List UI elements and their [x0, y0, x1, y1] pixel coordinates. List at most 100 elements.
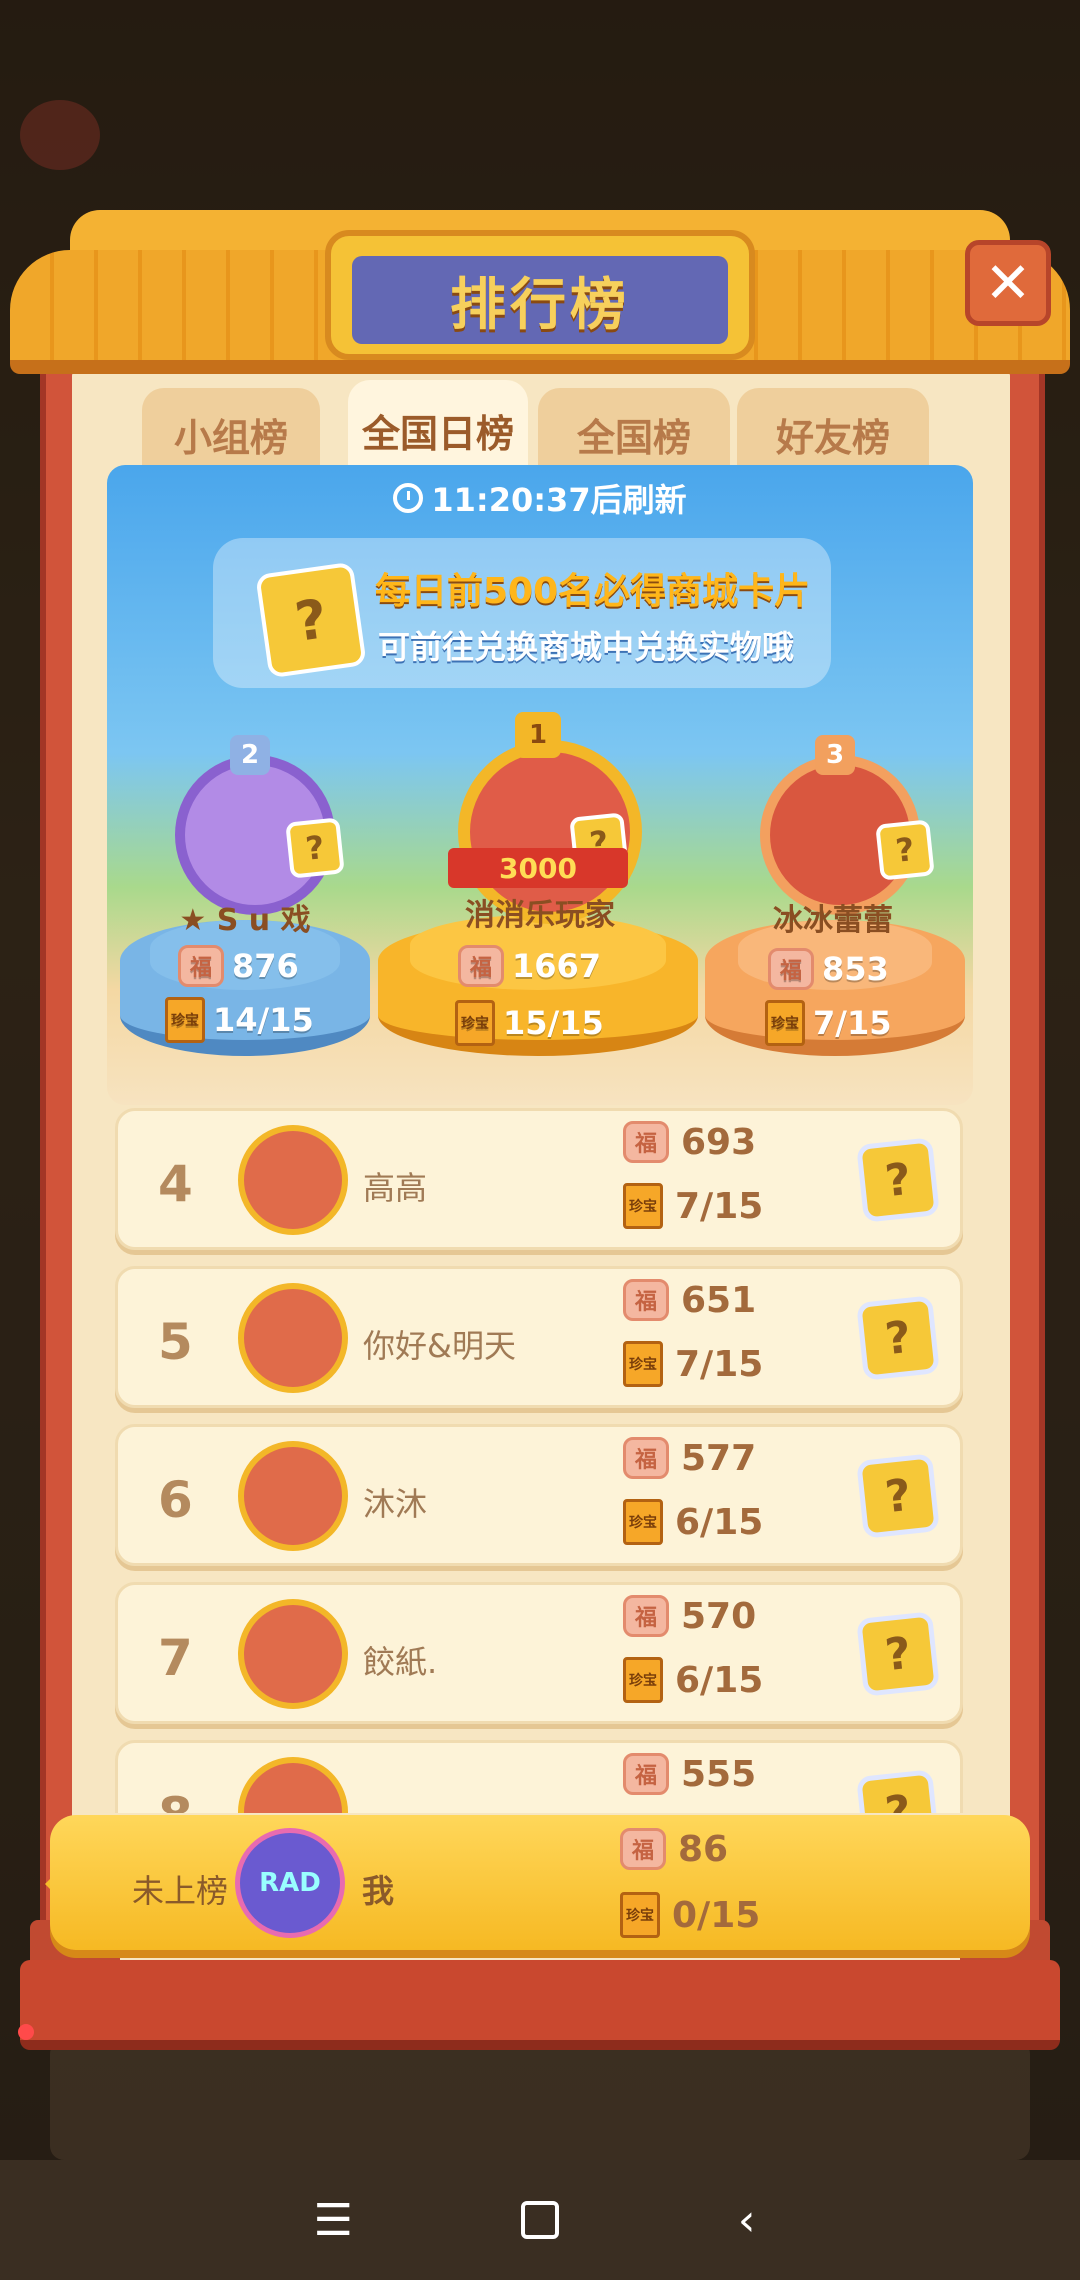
- podium-score-1: 福 1667: [458, 945, 601, 987]
- treasure-book-icon: 珍宝: [765, 1000, 805, 1046]
- refresh-text: 11:20:37后刷新: [431, 481, 687, 519]
- ranking-list[interactable]: 4 高高 福 693 珍宝 7/15 ? 5 你好&明天 福 651 珍宝 7/15 ?…: [115, 1108, 963, 1813]
- rank-number: 7: [158, 1629, 193, 1687]
- fu-coin-icon: 福: [458, 945, 504, 987]
- progress: 珍宝 7/15: [623, 1183, 763, 1229]
- banner-line2: 可前往兑换商城中兑换实物哦: [378, 628, 795, 666]
- rank-number: 4: [158, 1155, 193, 1213]
- rank-badge-1: 1: [515, 712, 561, 758]
- avatar[interactable]: [238, 1599, 348, 1709]
- home-icon[interactable]: [510, 2201, 570, 2239]
- background-decoration: [20, 100, 100, 170]
- rank-number: 8: [158, 1787, 193, 1813]
- podium-name-1: 消消乐玩家: [465, 898, 615, 933]
- treasure-book-icon: 珍宝: [620, 1892, 660, 1938]
- score-value: 853: [822, 950, 889, 988]
- progress-value: 14/15: [213, 1001, 314, 1039]
- treasure-book-icon: 珍宝: [455, 1000, 495, 1046]
- rank-number: 6: [158, 1471, 193, 1529]
- podium-name-2: ★ S u 戏: [179, 903, 311, 938]
- progress: 珍宝 7/15: [623, 1341, 763, 1387]
- score: 福 693: [623, 1121, 756, 1163]
- my-score: 福 86: [620, 1828, 728, 1870]
- podium-progress-1: 珍宝 15/15: [455, 1000, 604, 1046]
- back-icon[interactable]: ‹: [717, 2195, 777, 2246]
- score-value: 876: [232, 947, 299, 985]
- fu-coin-icon: 福: [623, 1121, 669, 1163]
- podium-progress-2: 珍宝 14/15: [165, 997, 314, 1043]
- progress: 珍宝 6/15: [623, 1657, 763, 1703]
- title-inner: 排行榜: [352, 256, 728, 344]
- treasure-book-icon: 珍宝: [165, 997, 205, 1043]
- list-item[interactable]: 4 高高 福 693 珍宝 7/15 ?: [115, 1108, 963, 1250]
- player-name: 高高: [363, 1169, 428, 1207]
- fu-coin-icon: 福: [623, 1437, 669, 1479]
- podium-score-2: 福 876: [178, 945, 299, 987]
- fu-coin-icon: 福: [178, 945, 224, 987]
- treasure-book-icon: 珍宝: [623, 1499, 663, 1545]
- banner-line1: 每日前500名必得商城卡片: [375, 571, 811, 612]
- avatar[interactable]: [238, 1757, 348, 1813]
- score: 福 570: [623, 1595, 756, 1637]
- avatar[interactable]: RAD: [235, 1828, 345, 1938]
- mystery-card-icon[interactable]: ?: [856, 1295, 940, 1381]
- progress-value: 15/15: [503, 1004, 604, 1042]
- rank-badge-2: 2: [230, 735, 270, 775]
- system-nav-bar: ☰ ‹: [0, 2160, 1080, 2280]
- mystery-card-icon[interactable]: ?: [875, 819, 935, 881]
- list-item[interactable]: 6 沐沐 福 577 珍宝 6/15 ?: [115, 1424, 963, 1566]
- progress: 珍宝 6/15: [623, 1499, 763, 1545]
- my-name: 我: [362, 1872, 395, 1910]
- my-rank-status: 未上榜: [132, 1872, 229, 1910]
- list-item[interactable]: 8 福555 ?: [115, 1740, 963, 1813]
- my-progress: 珍宝 0/15: [620, 1892, 760, 1938]
- fu-coin-icon: 福: [623, 1595, 669, 1637]
- score: 福 651: [623, 1279, 756, 1321]
- mystery-card-icon[interactable]: ?: [856, 1769, 940, 1813]
- page-title: 排行榜: [450, 272, 630, 338]
- clock-icon: [393, 483, 424, 513]
- avatar[interactable]: [238, 1125, 348, 1235]
- podium-progress-3: 珍宝 7/15: [765, 1000, 891, 1046]
- fu-coin-icon: 福: [623, 1279, 669, 1321]
- score: 福 555: [623, 1753, 756, 1795]
- score: 福 577: [623, 1437, 756, 1479]
- mystery-card-icon: ?: [255, 561, 367, 679]
- close-button[interactable]: ✕: [965, 240, 1051, 326]
- mystery-card-icon[interactable]: ?: [856, 1453, 940, 1539]
- mystery-card-icon[interactable]: ?: [856, 1611, 940, 1697]
- menu-icon[interactable]: ☰: [303, 2195, 363, 2246]
- rank-badge-3: 3: [815, 735, 855, 775]
- fu-coin-icon: 福: [620, 1828, 666, 1870]
- background-decoration: [50, 2040, 1030, 2160]
- list-item[interactable]: 7 餃紙. 福 570 珍宝 6/15 ?: [115, 1582, 963, 1724]
- player-name: 沐沐: [363, 1485, 428, 1523]
- treasure-book-icon: 珍宝: [623, 1341, 663, 1387]
- tab-label: 小组榜: [173, 415, 288, 460]
- fu-coin-icon: 福: [768, 948, 814, 990]
- progress-value: 7/15: [813, 1004, 892, 1042]
- tab-label: 好友榜: [775, 415, 890, 460]
- notification-dot: [18, 2024, 34, 2040]
- podium-name-3: 冰冰蕾蕾: [773, 903, 893, 938]
- mystery-card-icon[interactable]: ?: [285, 817, 345, 879]
- avatar[interactable]: [238, 1283, 348, 1393]
- fu-coin-icon: 福: [623, 1753, 669, 1795]
- frame-base: [20, 1960, 1060, 2050]
- tab-label: 全国榜: [576, 415, 691, 460]
- player-name: 你好&明天: [363, 1327, 516, 1365]
- avatar-text: RAD: [259, 1868, 321, 1898]
- close-icon: ✕: [984, 250, 1032, 316]
- rank-number: 5: [158, 1313, 193, 1371]
- first-place-ribbon: 3000: [448, 848, 628, 888]
- player-name: 餃紙.: [363, 1643, 438, 1681]
- avatar[interactable]: [238, 1441, 348, 1551]
- refresh-timer: 11:20:37后刷新: [0, 475, 1080, 521]
- tab-label: 全国日榜: [361, 411, 514, 456]
- treasure-book-icon: 珍宝: [623, 1183, 663, 1229]
- podium-score-3: 福 853: [768, 948, 889, 990]
- score-value: 1667: [512, 947, 602, 985]
- mystery-card-icon[interactable]: ?: [856, 1137, 940, 1223]
- list-item[interactable]: 5 你好&明天 福 651 珍宝 7/15 ?: [115, 1266, 963, 1408]
- treasure-book-icon: 珍宝: [623, 1657, 663, 1703]
